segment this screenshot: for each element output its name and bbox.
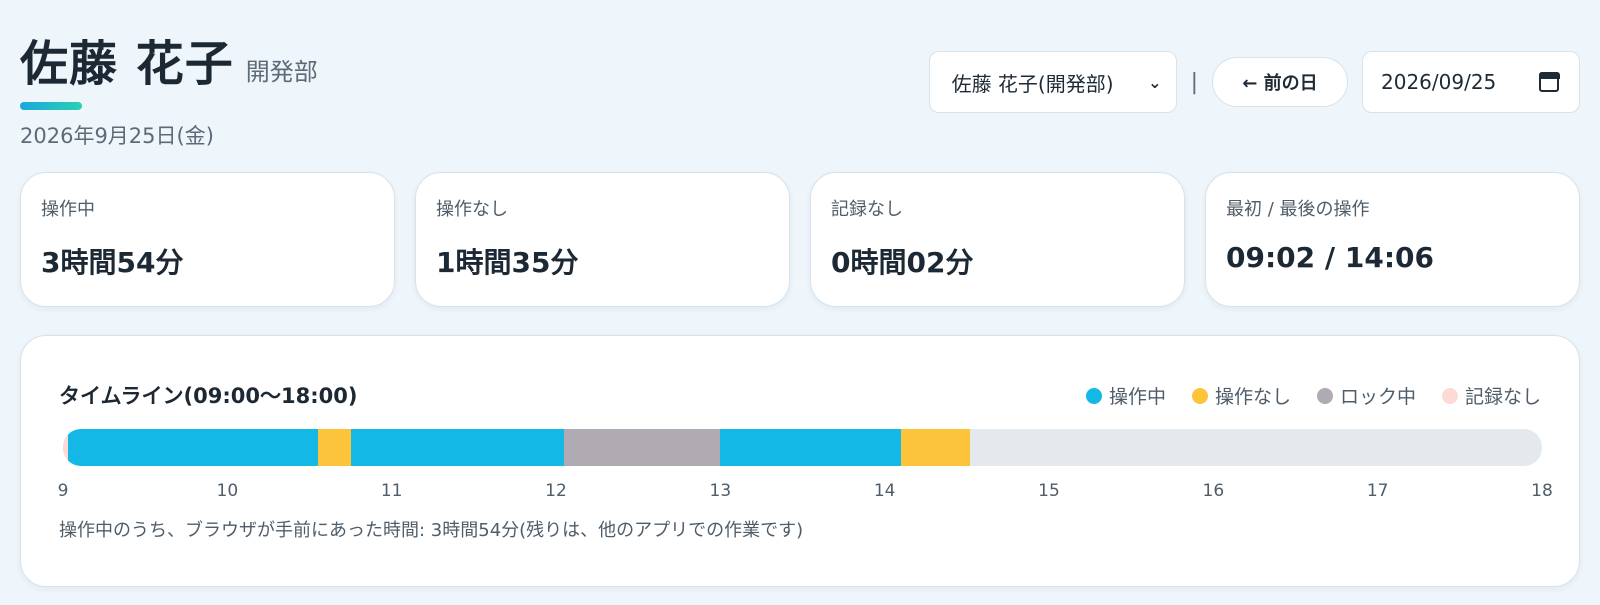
- user-select[interactable]: 佐藤 花子(開発部) ⌄: [928, 51, 1177, 113]
- legend-item-active: 操作中: [1085, 382, 1166, 409]
- employee-name: 佐藤 花子: [20, 36, 234, 92]
- title-accent-bar: [20, 102, 82, 110]
- date-input[interactable]: 2026/09/25: [1362, 51, 1580, 113]
- prev-day-button[interactable]: ← 前の日: [1212, 57, 1348, 107]
- legend-label: ロック中: [1339, 386, 1416, 408]
- title-row: 佐藤 花子 開発部: [20, 24, 318, 94]
- timeline-tick-label: 12: [545, 481, 567, 501]
- timeline-tick-label: 17: [1366, 481, 1389, 501]
- stat-value: 0時間02分: [831, 246, 974, 279]
- timeline-legend: 操作中 操作なし ロック中 記録なし: [1085, 382, 1541, 409]
- timeline-tick-label: 9: [57, 481, 69, 501]
- stat-card-no-record: 記録なし 0時間02分: [810, 172, 1185, 307]
- header-controls: 佐藤 花子(開発部) ⌄ | ← 前の日 2026/09/25: [928, 51, 1580, 113]
- legend-item-no-record: 記録なし: [1441, 382, 1541, 409]
- timeline-axis: 9 10 11 12 13 14 15 16 17 18: [58, 481, 1553, 503]
- timeline-tick-label: 14: [873, 481, 896, 501]
- user-select-value: 佐藤 花子(開発部): [951, 71, 1114, 96]
- legend-item-locked: ロック中: [1316, 382, 1416, 409]
- calendar-icon[interactable]: [1538, 71, 1560, 92]
- date-input-value: 2026/09/25: [1381, 70, 1497, 94]
- stat-label: 記録なし: [831, 199, 903, 220]
- timeline-segment: [68, 429, 318, 466]
- stat-card-active: 操作中 3時間54分: [20, 172, 395, 307]
- legend-dot: [1191, 387, 1208, 404]
- stat-card-first-last: 最初 / 最後の操作 09:02 / 14:06: [1205, 172, 1580, 307]
- legend-label: 操作なし: [1214, 386, 1291, 408]
- legend-dot: [1316, 387, 1333, 404]
- timeline-tick-label: 18: [1531, 481, 1553, 501]
- page-header: 佐藤 花子 開発部 2026年9月25日(金): [20, 24, 318, 150]
- stat-label: 操作中: [41, 199, 95, 220]
- stat-value: 09:02 / 14:06: [1226, 241, 1434, 274]
- stat-label: 操作なし: [436, 199, 508, 220]
- current-date: 2026年9月25日(金): [20, 124, 214, 148]
- chevron-down-icon: ⌄: [1148, 72, 1162, 92]
- stat-value: 3時間54分: [41, 246, 184, 279]
- timeline-tick-label: 16: [1202, 481, 1225, 501]
- timeline-tick-label: 11: [380, 481, 403, 501]
- stat-label: 最初 / 最後の操作: [1226, 199, 1370, 220]
- legend-item-idle: 操作なし: [1191, 382, 1291, 409]
- timeline-tick-label: 10: [216, 481, 239, 501]
- department-label: 開発部: [245, 58, 318, 86]
- timeline-tick-label: 15: [1038, 481, 1060, 501]
- timeline-segment: [720, 429, 902, 466]
- timeline-segment: [564, 429, 721, 466]
- separator: |: [1190, 69, 1198, 95]
- legend-dot: [1441, 387, 1458, 404]
- legend-label: 操作中: [1108, 386, 1166, 408]
- timeline-card: タイムライン(09:00〜18:00) 操作中 操作なし ロック中 記録なし 9…: [20, 335, 1580, 587]
- timeline-tick-label: 13: [709, 481, 732, 501]
- legend-dot: [1085, 387, 1102, 404]
- stat-card-idle: 操作なし 1時間35分: [415, 172, 790, 307]
- timeline-segment: [350, 429, 565, 466]
- timeline-segment: [317, 429, 351, 466]
- stat-value: 1時間35分: [436, 246, 579, 279]
- timeline-bar: [63, 429, 1542, 466]
- browser-time-note: 操作中のうち、ブラウザが手前にあった時間: 3時間54分(残りは、他のアプリでの…: [59, 520, 804, 541]
- timeline-segment: [901, 429, 970, 466]
- timeline-title: タイムライン(09:00〜18:00): [59, 384, 358, 408]
- legend-label: 記録なし: [1464, 386, 1541, 408]
